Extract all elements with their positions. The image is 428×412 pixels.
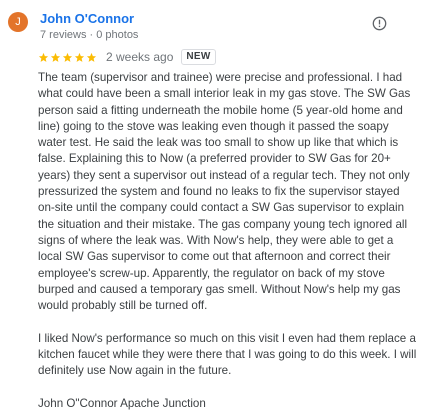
- avatar[interactable]: J: [8, 12, 28, 32]
- star-rating: [38, 52, 98, 63]
- review-card: J John O'Connor 7 reviews · 0 photos 2 w…: [0, 0, 428, 411]
- more-options-icon[interactable]: [372, 16, 387, 31]
- star-icon: [74, 52, 85, 62]
- star-icon: [38, 52, 49, 62]
- review-date: 2 weeks ago: [106, 50, 174, 64]
- review-text: The team (supervisor and trainee) were p…: [38, 70, 418, 412]
- new-badge: NEW: [181, 49, 216, 65]
- star-icon: [50, 52, 61, 62]
- author-meta: 7 reviews · 0 photos: [40, 29, 139, 41]
- star-icon: [62, 52, 73, 62]
- rating-row: 2 weeks ago NEW: [38, 49, 216, 65]
- star-icon: [86, 52, 97, 62]
- author-name[interactable]: John O'Connor: [40, 11, 134, 26]
- review-paragraph: The team (supervisor and trainee) were p…: [38, 71, 411, 313]
- avatar-initial: J: [15, 16, 21, 28]
- review-paragraph: I liked Now's performance so much on thi…: [38, 331, 417, 378]
- review-paragraph: John O"Connor Apache Junction: [38, 396, 206, 410]
